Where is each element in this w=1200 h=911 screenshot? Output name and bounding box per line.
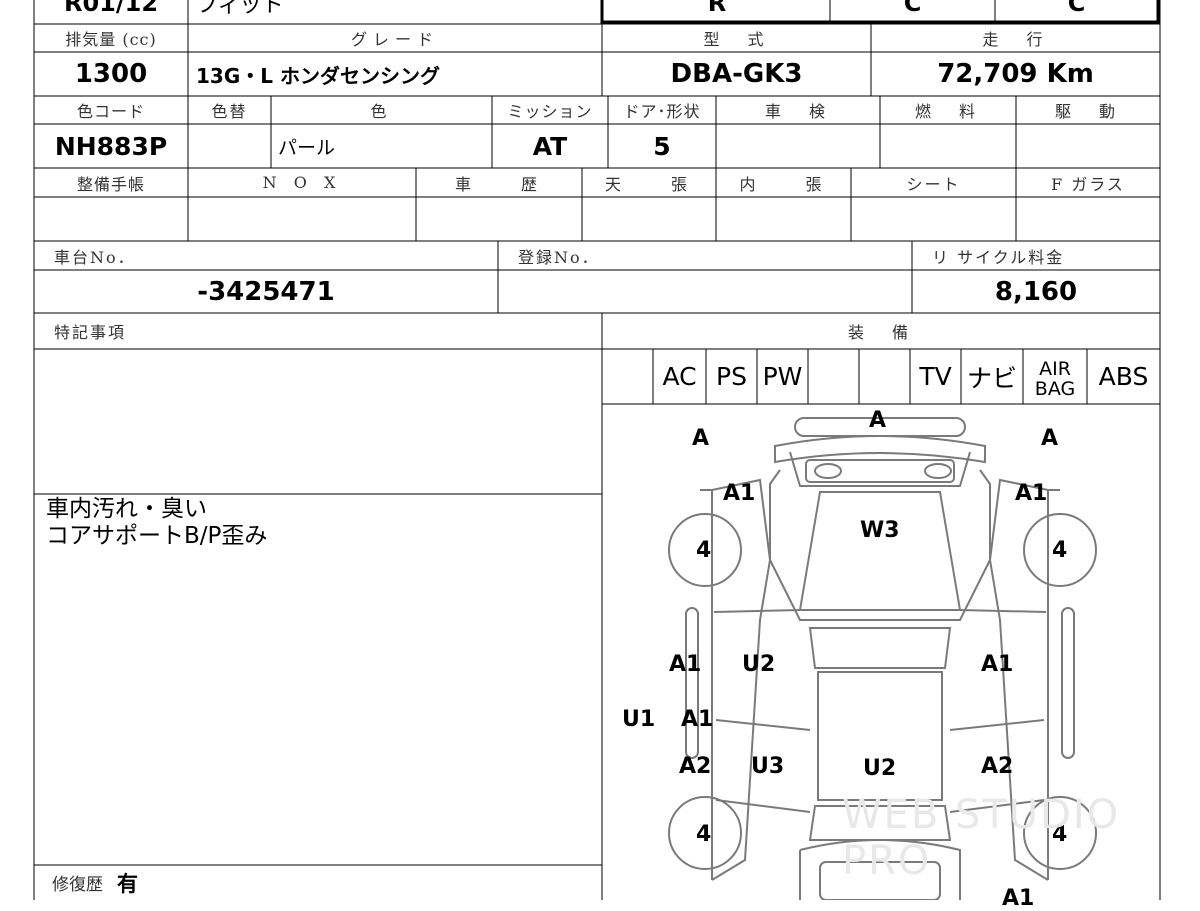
model-name: フィット <box>196 0 284 18</box>
equip-pw: PW <box>762 362 803 391</box>
damage-mark: A1 <box>1002 886 1035 911</box>
damage-mark: U2 <box>863 756 897 781</box>
equip-tv: TV <box>919 362 952 391</box>
damage-mark: A1 <box>669 652 702 677</box>
equipment-label: 装 備 <box>847 323 914 342</box>
exterior-grade: C <box>1067 0 1086 17</box>
chassis-value: -3425471 <box>197 276 335 307</box>
damage-mark: 4 <box>696 822 712 847</box>
damage-mark: U2 <box>742 652 776 677</box>
damage-mark: A1 <box>723 481 756 506</box>
equip-abs: ABS <box>1098 362 1149 391</box>
color-change-label: 色替 <box>211 102 248 121</box>
mission-label: ミッション <box>507 102 593 121</box>
repair-value: 有 <box>117 871 138 896</box>
repair-label: 修復歴 <box>52 875 103 895</box>
damage-mark: A1 <box>981 652 1014 677</box>
door-label: ドア･形状 <box>623 102 701 121</box>
fuel-value <box>880 124 1016 168</box>
damage-mark: A1 <box>1015 481 1048 506</box>
door-value: 5 <box>653 131 671 161</box>
grade-label: グレード <box>350 30 439 49</box>
displacement-label: 排気量 (cc) <box>65 30 157 49</box>
damage-mark: A <box>869 408 887 433</box>
recycle-value: 8,160 <box>994 276 1078 307</box>
grade-value: 13G・L ホンダセンシング <box>196 63 440 88</box>
damage-mark: U1 <box>622 707 656 732</box>
mileage-label: 走 行 <box>982 30 1049 49</box>
equip-blank <box>808 349 859 404</box>
color-change-value <box>188 124 271 168</box>
color-label: 色 <box>370 102 393 121</box>
interior-label: 内 張 <box>739 174 828 194</box>
equip-blank <box>602 349 653 404</box>
interior-grade: C <box>903 0 922 17</box>
equip-airbag-line: AIR <box>1039 357 1071 380</box>
inspection-value <box>716 124 880 168</box>
overall-score: R <box>707 0 727 17</box>
mission-value: AT <box>532 131 568 161</box>
color-value: パール <box>278 136 336 159</box>
equip-airbag: AIR BAG <box>1023 349 1087 404</box>
mileage-value: 72,709 Km <box>937 59 1094 89</box>
maintenance-label: 整備手帳 <box>76 174 145 194</box>
registration-label: 登録No． <box>518 247 600 267</box>
chassis-label: 車台No． <box>54 247 136 267</box>
remark-line: コアサポートB/P歪み <box>46 523 268 549</box>
damage-mark: A1 <box>681 707 714 732</box>
auction-date: R01/12 <box>63 0 159 17</box>
equip-navi: ナビ <box>966 363 1017 393</box>
inspection-label: 車 検 <box>764 102 831 121</box>
damage-mark: A <box>1041 426 1059 451</box>
damage-mark: A2 <box>679 754 712 779</box>
fuel-label: 燃 料 <box>914 102 981 121</box>
damage-mark: U3 <box>751 754 785 779</box>
repair-history: 修復歴 有 <box>34 865 602 900</box>
remarks-label: 特記事項 <box>54 323 127 342</box>
seat-label: シート <box>906 174 961 194</box>
drive-value <box>1016 124 1160 168</box>
recycle-label: リ サイクル料金 <box>932 247 1065 267</box>
type-label: 型 式 <box>703 30 770 49</box>
damage-mark: A <box>692 426 710 451</box>
damage-mark: 4 <box>1052 538 1068 563</box>
damage-mark: A2 <box>981 754 1014 779</box>
equip-blank <box>859 349 910 404</box>
equip-ac: AC <box>662 362 697 391</box>
fglass-label: F ガラス <box>1051 174 1125 194</box>
type-value: DBA-GK3 <box>670 59 803 89</box>
registration-value <box>498 270 912 313</box>
drive-label: 駆 動 <box>1054 102 1121 121</box>
remark-line: 車内汚れ・臭い <box>46 496 207 522</box>
roof-label: 天 張 <box>604 174 693 194</box>
displacement-value: 1300 <box>74 59 148 89</box>
damage-mark: 4 <box>696 538 712 563</box>
equip-airbag-line: BAG <box>1034 377 1076 400</box>
damage-mark: W3 <box>860 518 900 543</box>
nox-label: N O X <box>262 173 342 192</box>
color-code-label: 色コード <box>76 102 145 121</box>
equip-ps: PS <box>716 362 747 391</box>
watermark: WEB STUDIO PRO <box>842 792 1121 884</box>
remarks-notes: 車内汚れ・臭い コアサポートB/P歪み <box>34 494 602 564</box>
history-label: 車 歴 <box>454 174 543 194</box>
color-code-value: NH883P <box>54 131 168 161</box>
